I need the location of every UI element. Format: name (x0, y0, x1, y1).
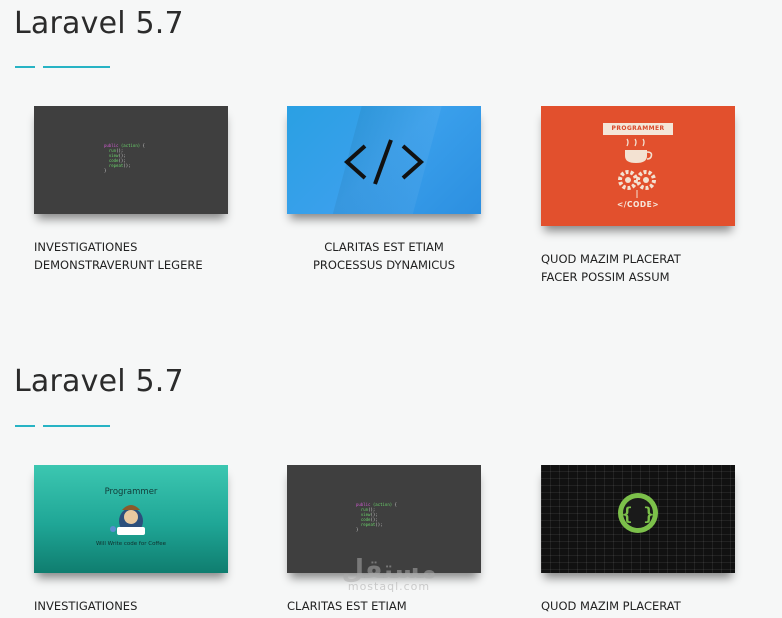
caption-line: PROCESSUS DYNAMICUS (312, 258, 456, 272)
programmer-poster-thumbnail[interactable]: PROGRAMMER </CODE> (541, 106, 735, 226)
card-caption[interactable]: INVESTIGATIONES DEMONSTRAVERUNT LEGERE (34, 238, 244, 274)
caption-line: CLARITAS EST ETIAM (287, 599, 407, 613)
svg-text:{ }: { } (622, 504, 655, 525)
code-brackets-icon (343, 139, 425, 185)
watermark-latin: mostaql.com (347, 580, 431, 593)
watermark-logo: مستقل mostaql.com (334, 556, 444, 593)
thumbnail-subtitle: Will Write code for Coffee (95, 541, 166, 547)
curly-braces-thumbnail[interactable]: { } (541, 465, 735, 573)
code-editor-thumbnail[interactable]: public (action) { run(); view(); code();… (34, 106, 228, 214)
caption-line: INVESTIGATIONES (34, 599, 138, 613)
card-caption[interactable]: QUOD MAZIM PLACERAT (541, 597, 751, 615)
code-brackets-thumbnail[interactable] (287, 106, 481, 214)
caption-line: QUOD MAZIM PLACERAT (541, 599, 681, 613)
poster-footer: </CODE> (616, 200, 660, 209)
curly-braces-icon: { } (618, 493, 658, 533)
caption-line: CLARITAS EST ETIAM (324, 240, 444, 254)
card-caption[interactable]: QUOD MAZIM PLACERAT FACER POSSIM ASSUM (541, 250, 751, 286)
card-caption[interactable]: INVESTIGATIONES (34, 597, 244, 615)
programmer-coffee-thumbnail[interactable]: Programmer Will Write code for Coffee (34, 465, 228, 573)
card-caption[interactable]: CLARITAS EST ETIAM (287, 597, 497, 615)
caption-line: QUOD MAZIM PLACERAT (541, 252, 681, 266)
card-caption[interactable]: CLARITAS EST ETIAM PROCESSUS DYNAMICUS (279, 238, 489, 274)
programmer-mascot-icon (110, 505, 145, 535)
section-title: Laravel 5.7 (14, 6, 184, 41)
caption-line: FACER POSSIM ASSUM (541, 270, 670, 284)
caption-line: DEMONSTRAVERUNT LEGERE (34, 258, 203, 272)
section-title: Laravel 5.7 (14, 364, 184, 399)
caption-line: INVESTIGATIONES (34, 240, 138, 254)
